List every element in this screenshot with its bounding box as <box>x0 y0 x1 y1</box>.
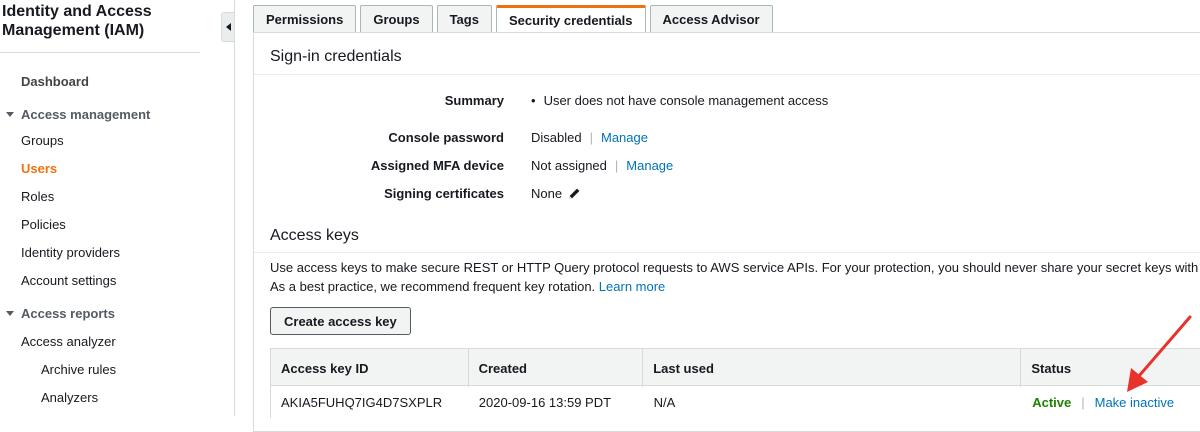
nav-item-access-analyzer[interactable]: Access analyzer <box>21 334 116 349</box>
status-badge: Active <box>1032 394 1072 410</box>
access-keys-title: Access keys <box>270 227 359 244</box>
access-keys-table: Access key ID Created Last used Status A… <box>270 348 1200 418</box>
column-header-access-key-id[interactable]: Access key ID <box>271 349 469 387</box>
tab-bar: Permissions Groups Tags Security credent… <box>253 5 777 33</box>
manage-mfa-link[interactable]: Manage <box>626 158 673 173</box>
nav-section-access-reports[interactable]: Access reports <box>6 306 115 321</box>
caret-down-icon <box>6 311 14 316</box>
nav-item-policies[interactable]: Policies <box>21 217 66 232</box>
console-password-value: Disabled | Manage <box>531 130 648 145</box>
nav-item-archive-rules[interactable]: Archive rules <box>41 362 116 377</box>
section-divider <box>254 252 1200 253</box>
nav-item-groups[interactable]: Groups <box>21 133 64 148</box>
signing-certificates-label: Signing certificates <box>384 186 504 201</box>
pencil-icon[interactable] <box>568 187 581 200</box>
column-header-created[interactable]: Created <box>469 349 644 387</box>
access-key-id-cell: AKIA5FUHQ7IG4D7SXPLR <box>281 394 443 410</box>
table-header: Access key ID Created Last used Status <box>270 348 1200 387</box>
nav-item-analyzers[interactable]: Analyzers <box>41 390 98 405</box>
sidebar-divider <box>0 52 200 53</box>
mfa-value: Not assigned | Manage <box>531 158 673 173</box>
nav-section-label: Access management <box>21 107 151 122</box>
tab-access-advisor[interactable]: Access Advisor <box>649 5 773 32</box>
manage-console-password-link[interactable]: Manage <box>601 130 648 145</box>
console-password-status: Disabled <box>531 130 582 145</box>
nav-item-identity-providers[interactable]: Identity providers <box>21 245 120 260</box>
separator: | <box>614 158 619 173</box>
caret-down-icon <box>6 112 14 117</box>
console-password-label: Console password <box>388 130 504 145</box>
description-line-1: Use access keys to make secure REST or H… <box>270 260 1200 275</box>
sidebar: Identity and Access Management (IAM) Das… <box>0 0 234 416</box>
mfa-status: Not assigned <box>531 158 607 173</box>
status-cell: Active | Make inactive <box>1022 386 1200 418</box>
column-header-last-used[interactable]: Last used <box>643 349 1022 387</box>
service-title: Identity and Access Management (IAM) <box>2 3 152 39</box>
bullet: • <box>531 93 536 108</box>
signing-certificates-value: None <box>531 186 581 201</box>
create-access-key-button[interactable]: Create access key <box>270 307 411 335</box>
column-header-status[interactable]: Status <box>1021 349 1200 387</box>
tab-tags[interactable]: Tags <box>436 5 492 32</box>
tab-groups[interactable]: Groups <box>360 5 433 32</box>
signin-credentials-title: Sign-in credentials <box>270 48 402 65</box>
mfa-label: Assigned MFA device <box>370 158 504 173</box>
section-divider <box>254 74 1200 75</box>
last-used-cell: N/A <box>653 394 676 410</box>
summary-text: User does not have console management ac… <box>543 93 829 108</box>
created-cell: 2020-09-16 13:59 PDT <box>478 394 612 410</box>
nav-item-users[interactable]: Users <box>21 161 57 176</box>
summary-value: • User does not have console management a… <box>531 93 829 108</box>
signing-certificates-status: None <box>531 186 563 201</box>
description-text: As a best practice, we recommend frequen… <box>270 279 596 294</box>
separator: | <box>589 130 593 145</box>
tab-permissions[interactable]: Permissions <box>253 5 357 32</box>
learn-more-link[interactable]: Learn more <box>599 279 665 294</box>
access-keys-description: Use access keys to make secure REST or H… <box>270 258 1200 296</box>
nav-dashboard[interactable]: Dashboard <box>21 74 89 89</box>
sidebar-border <box>234 0 235 416</box>
description-line-2: As a best practice, we recommend frequen… <box>270 277 1200 296</box>
separator: | <box>1081 394 1085 410</box>
nav-section-access-management[interactable]: Access management <box>6 107 150 122</box>
summary-label: Summary <box>444 93 504 108</box>
chevron-left-icon <box>225 23 231 31</box>
nav-section-label: Access reports <box>21 306 115 321</box>
tab-security-credentials[interactable]: Security credentials <box>495 5 646 33</box>
nav-item-roles[interactable]: Roles <box>21 189 54 204</box>
make-inactive-link[interactable]: Make inactive <box>1095 395 1174 410</box>
sidebar-collapse-button[interactable] <box>221 12 234 42</box>
nav-item-account-settings[interactable]: Account settings <box>21 273 116 288</box>
table-row: AKIA5FUHQ7IG4D7SXPLR 2020-09-16 13:59 PD… <box>270 386 1200 418</box>
